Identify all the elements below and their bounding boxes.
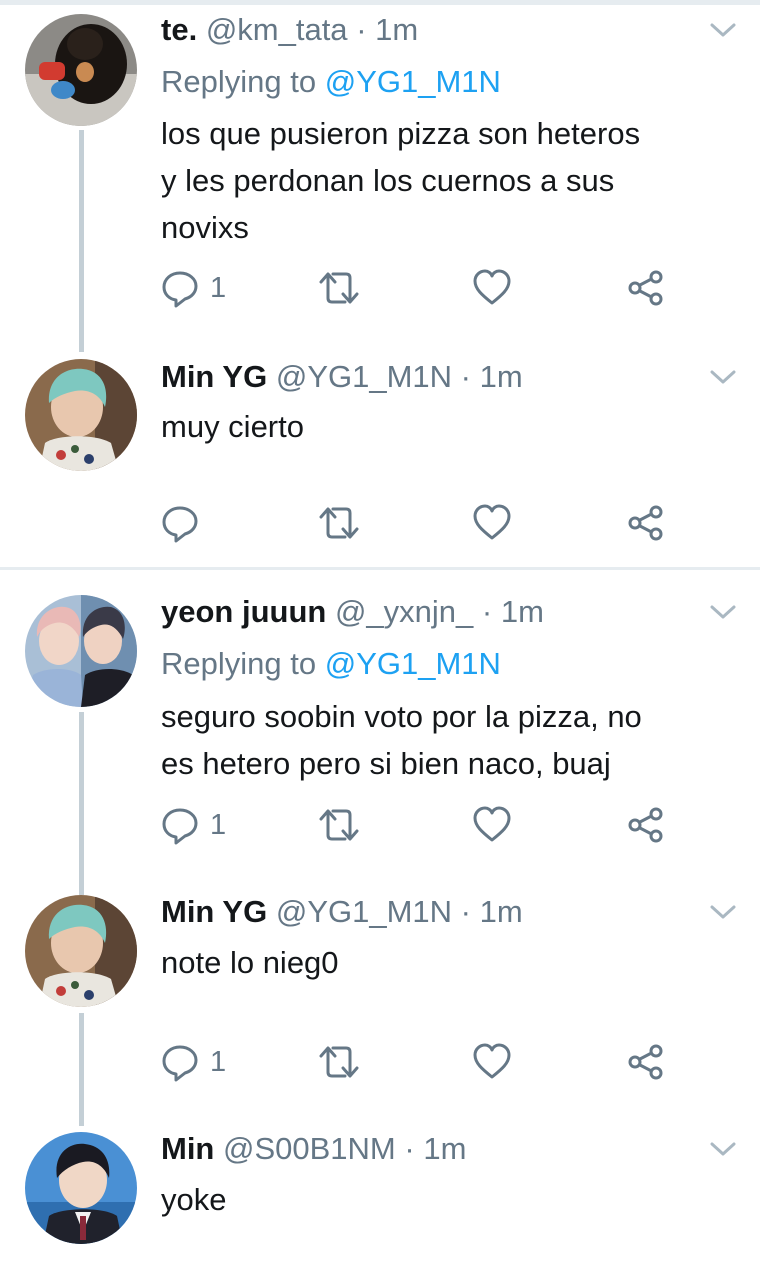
tweet-text: seguro soobin voto por la pizza, no es h…	[161, 699, 642, 781]
mention-link[interactable]: @YG1_M1N	[325, 646, 501, 681]
retweet-button[interactable]	[315, 805, 363, 845]
display-name[interactable]: Min	[161, 1131, 214, 1166]
avatar[interactable]	[25, 359, 137, 471]
tweet-actions: 1	[160, 805, 680, 845]
tweet-actions	[160, 503, 680, 543]
timestamp[interactable]: · 1m	[482, 594, 544, 629]
share-button[interactable]	[626, 1042, 666, 1082]
heart-icon	[473, 269, 511, 305]
timestamp[interactable]: · 1m	[404, 1131, 466, 1166]
replying-to: Replying to @YG1_M1N	[161, 62, 501, 102]
avatar[interactable]	[25, 14, 137, 126]
tweet-4[interactable]: Min YG @YG1_M1N · 1m note lo nieg0 1	[0, 882, 760, 1126]
share-icon	[628, 1044, 663, 1080]
retweet-button[interactable]	[315, 1042, 363, 1082]
tweet-header: Min @S00B1NM · 1m	[161, 1129, 466, 1169]
reply-icon	[162, 808, 198, 845]
like-button[interactable]	[472, 1042, 512, 1082]
replying-to: Replying to @YG1_M1N	[161, 644, 501, 684]
tweet-5[interactable]: Min @S00B1NM · 1m yoke	[0, 1118, 760, 1271]
heart-icon	[473, 504, 511, 540]
share-icon	[628, 807, 663, 843]
retweet-icon	[319, 272, 359, 304]
chevron-down-icon[interactable]	[708, 1139, 738, 1159]
share-icon	[628, 505, 663, 541]
username[interactable]: @YG1_M1N	[276, 359, 452, 394]
tweet-text: yoke	[161, 1182, 227, 1217]
like-button[interactable]	[472, 805, 512, 845]
username[interactable]: @S00B1NM	[223, 1131, 396, 1166]
timestamp[interactable]: · 1m	[461, 359, 523, 394]
thread-line	[79, 712, 84, 895]
reply-button[interactable]	[160, 503, 210, 543]
share-button[interactable]	[626, 805, 666, 845]
chevron-down-icon[interactable]	[708, 602, 738, 622]
share-button[interactable]	[626, 503, 666, 543]
avatar[interactable]	[25, 895, 137, 1007]
reply-count: 1	[210, 808, 227, 841]
display-name[interactable]: te.	[161, 12, 197, 47]
mention-link[interactable]: @YG1_M1N	[325, 64, 501, 99]
replying-to-label: Replying to	[161, 646, 317, 681]
chevron-down-icon[interactable]	[708, 20, 738, 40]
avatar[interactable]	[25, 1132, 137, 1244]
chevron-down-icon[interactable]	[708, 367, 738, 387]
timestamp[interactable]: · 1m	[356, 12, 418, 47]
heart-icon	[473, 806, 511, 842]
reply-icon	[162, 1045, 198, 1082]
reply-count: 1	[210, 271, 227, 304]
tweet-header: Min YG @YG1_M1N · 1m	[161, 892, 523, 932]
tweet-actions: 1	[160, 268, 680, 308]
tweet-text: note lo nieg0	[161, 945, 339, 980]
reply-icon	[162, 271, 198, 308]
timestamp[interactable]: · 1m	[461, 894, 523, 929]
reply-button[interactable]: 1	[160, 1042, 226, 1082]
share-button[interactable]	[626, 268, 666, 308]
tweet-header: te. @km_tata · 1m	[161, 10, 418, 50]
conversation-divider	[0, 567, 760, 570]
reply-icon	[162, 506, 198, 543]
tweet-2[interactable]: Min YG @YG1_M1N · 1m muy cierto	[0, 345, 760, 567]
retweet-button[interactable]	[315, 268, 363, 308]
display-name[interactable]: yeon juuun	[161, 594, 326, 629]
username[interactable]: @km_tata	[206, 12, 348, 47]
like-button[interactable]	[472, 503, 512, 543]
retweet-icon	[319, 507, 359, 539]
tweet-3[interactable]: yeon juuun @_yxnjn_ · 1m Replying to @YG…	[0, 582, 760, 895]
tweet-1[interactable]: te. @km_tata · 1m Replying to @YG1_M1N l…	[0, 0, 760, 352]
share-icon	[628, 270, 663, 306]
chevron-down-icon[interactable]	[708, 902, 738, 922]
display-name[interactable]: Min YG	[161, 894, 267, 929]
display-name[interactable]: Min YG	[161, 359, 267, 394]
thread-line	[79, 1013, 84, 1126]
reply-button[interactable]: 1	[160, 805, 226, 845]
tweet-actions: 1	[160, 1042, 680, 1082]
thread-line	[79, 130, 84, 352]
retweet-icon	[319, 809, 359, 841]
avatar[interactable]	[25, 595, 137, 707]
heart-icon	[473, 1043, 511, 1079]
tweet-text: los que pusieron pizza son heteros y les…	[161, 116, 641, 245]
replying-to-label: Replying to	[161, 64, 317, 99]
retweet-button[interactable]	[315, 503, 363, 543]
reply-button[interactable]: 1	[160, 268, 226, 308]
username[interactable]: @_yxnjn_	[335, 594, 473, 629]
like-button[interactable]	[472, 268, 512, 308]
tweet-text: muy cierto	[161, 409, 304, 444]
reply-count: 1	[210, 1045, 227, 1078]
tweet-header: yeon juuun @_yxnjn_ · 1m	[161, 592, 544, 632]
username[interactable]: @YG1_M1N	[276, 894, 452, 929]
retweet-icon	[319, 1046, 359, 1078]
tweet-header: Min YG @YG1_M1N · 1m	[161, 357, 523, 397]
